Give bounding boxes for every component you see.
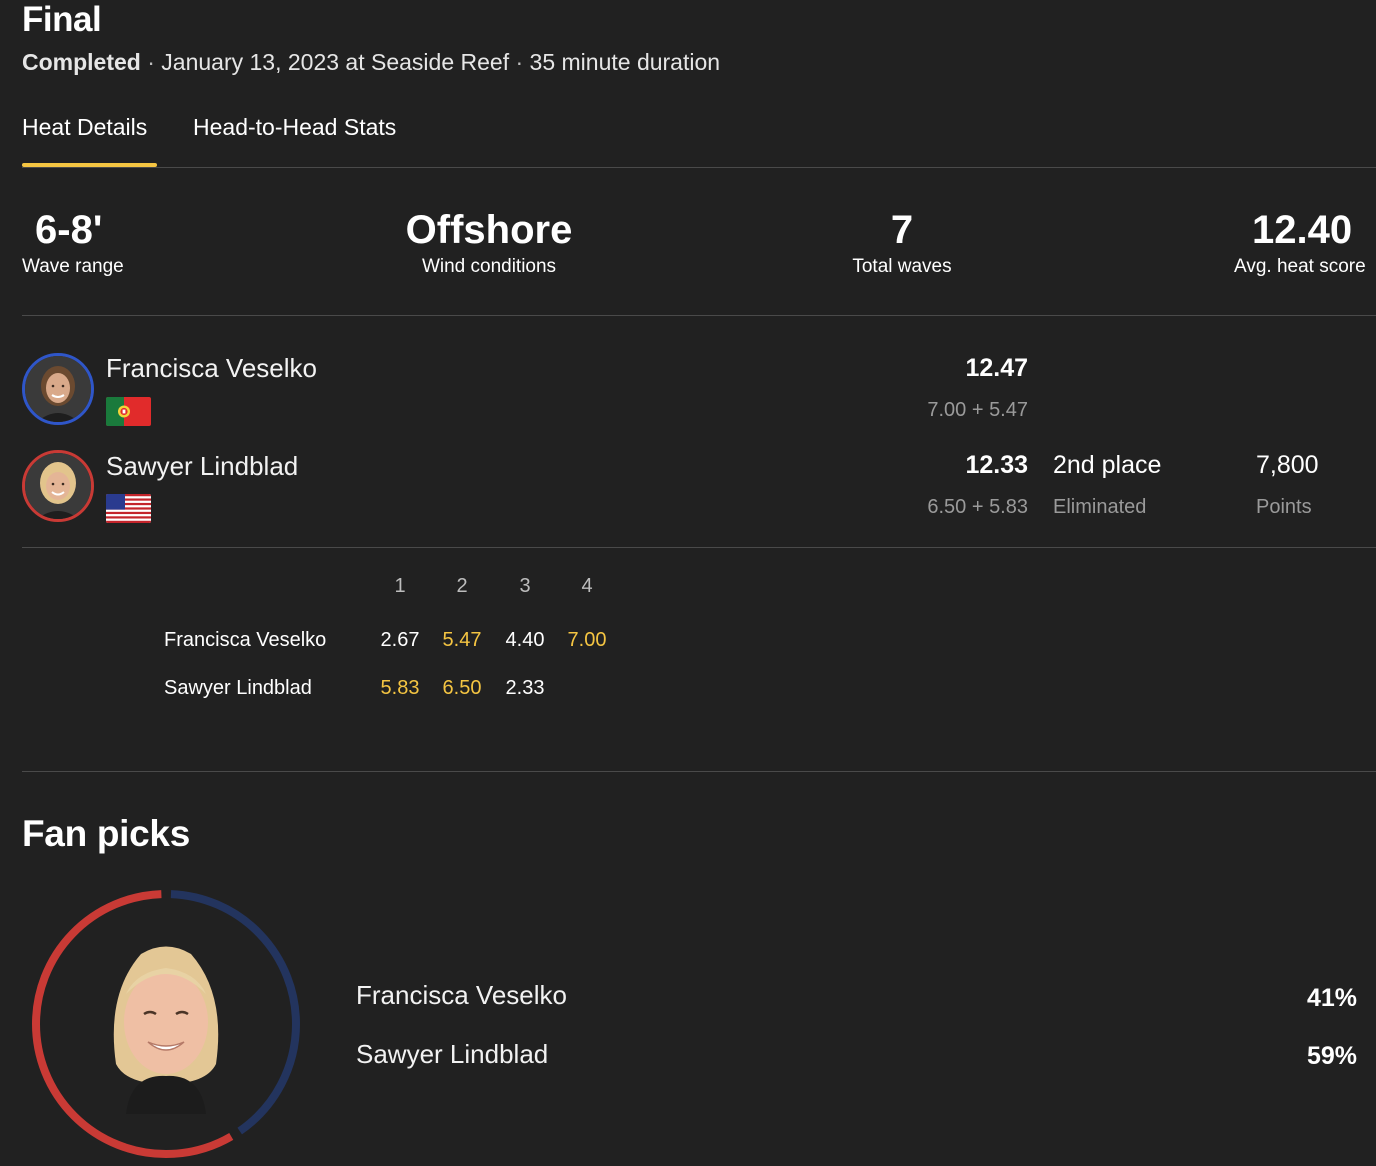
wave-score[interactable]: 2.67 xyxy=(370,628,430,652)
wave-column-header: 2 xyxy=(456,575,468,597)
stat-value: Offshore xyxy=(405,208,573,252)
stat-wind-conditions: Offshore Wind conditions xyxy=(389,206,589,280)
stat-avg-heat-score: 12.40 Avg. heat score xyxy=(1226,206,1376,280)
tab-head-to-head-stats[interactable]: Head-to-Head Stats xyxy=(193,112,396,142)
surfer-portrait-icon xyxy=(25,453,91,519)
surfers-divider xyxy=(22,547,1376,548)
waves-divider xyxy=(22,771,1376,772)
stat-value: 7 xyxy=(890,208,914,252)
fan-picks-donut xyxy=(30,888,302,1160)
surfer-portrait-icon xyxy=(113,946,219,1114)
stat-wave-range: 6-8' Wave range xyxy=(22,206,124,280)
heat-duration: 35 minute duration xyxy=(529,49,721,75)
wave-score[interactable]: 2.33 xyxy=(495,676,555,700)
wave-column-header: 3 xyxy=(519,575,531,597)
stat-label: Wave range xyxy=(22,256,124,277)
wave-row-name: Sawyer Lindblad xyxy=(164,677,312,699)
stat-value: 12.40 xyxy=(1252,208,1353,252)
heat-subline: Completed · January 13, 2023 at Seaside … xyxy=(22,47,720,77)
fan-pick-name: Francisca Veselko xyxy=(356,980,567,1010)
featured-surfer-portrait xyxy=(86,934,246,1114)
wave-score[interactable]: 7.00 xyxy=(557,628,617,652)
wave-score[interactable]: 4.40 xyxy=(495,628,555,652)
heat-total-score: 12.33 xyxy=(965,451,1028,479)
tab-heat-details[interactable]: Heat Details xyxy=(22,112,147,142)
wave-row-name: Francisca Veselko xyxy=(164,629,327,651)
stat-label: Avg. heat score xyxy=(1234,256,1366,277)
page-title: Final xyxy=(22,0,102,39)
stats-divider xyxy=(22,315,1376,316)
stat-label: Total waves xyxy=(852,256,952,277)
wave-score[interactable]: 5.47 xyxy=(432,628,492,652)
wave-column-header: 1 xyxy=(394,575,406,597)
stat-total-waves: 7 Total waves xyxy=(802,206,1002,280)
heat-total-score: 12.47 xyxy=(965,354,1028,382)
surfer-name[interactable]: Francisca Veselko xyxy=(106,352,317,384)
stat-value: 6-8' xyxy=(35,208,103,252)
wave-score[interactable]: 5.83 xyxy=(370,676,430,700)
surfer-name[interactable]: Sawyer Lindblad xyxy=(106,450,298,482)
points-value: 7,800 xyxy=(1256,451,1319,479)
avatar[interactable] xyxy=(22,450,94,522)
tabs-divider xyxy=(22,167,1376,168)
score-breakdown: 7.00 + 5.47 xyxy=(927,399,1028,421)
fan-pick-percent: 59% xyxy=(1306,1042,1357,1070)
elimination-status: Eliminated xyxy=(1053,496,1147,518)
usa-flag-icon xyxy=(106,494,151,523)
surfer-portrait-icon xyxy=(25,356,91,422)
fan-pick-percent: 41% xyxy=(1306,984,1357,1012)
fan-pick-name: Sawyer Lindblad xyxy=(356,1039,549,1069)
portugal-flag-icon xyxy=(106,397,151,426)
fan-picks-title: Fan picks xyxy=(22,813,190,854)
heat-status: Completed xyxy=(22,49,141,75)
final-place: 2nd place xyxy=(1053,451,1162,479)
separator: · xyxy=(509,49,530,75)
score-breakdown: 6.50 + 5.83 xyxy=(927,496,1028,518)
points-label: Points xyxy=(1256,496,1312,518)
wave-column-header: 4 xyxy=(581,575,593,597)
wave-score[interactable]: 6.50 xyxy=(432,676,492,700)
separator: · xyxy=(140,49,162,75)
heat-date-location: January 13, 2023 at Seaside Reef xyxy=(161,49,510,75)
avatar[interactable] xyxy=(22,353,94,425)
stat-label: Wind conditions xyxy=(421,256,557,277)
